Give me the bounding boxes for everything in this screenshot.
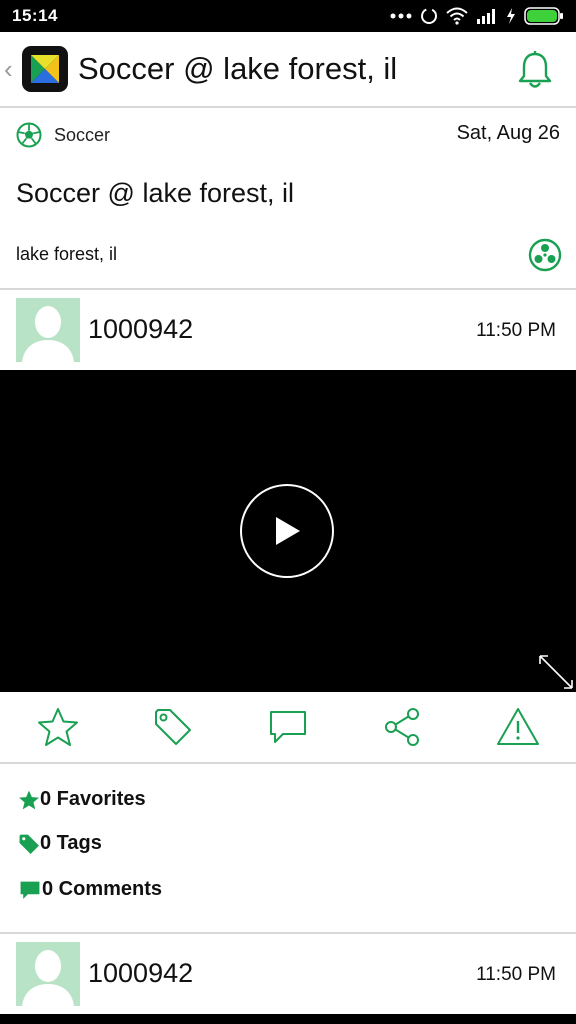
favorites-stat[interactable]: 0 Favorites (18, 788, 146, 811)
star-filled-icon (19, 790, 39, 809)
avatar[interactable] (16, 298, 80, 362)
back-chevron-icon[interactable]: ‹ (4, 54, 22, 85)
post-header[interactable]: 1000942 11:50 PM (0, 934, 576, 1014)
play-icon (276, 517, 300, 545)
post-time: 11:50 PM (476, 964, 556, 985)
sync-icon (421, 8, 437, 24)
event-title: Soccer @ lake forest, il (16, 178, 295, 208)
app-logo[interactable] (22, 46, 68, 92)
app-logo-icon (31, 55, 59, 83)
video-player[interactable] (0, 370, 576, 692)
post-username[interactable]: 1000942 (88, 958, 193, 989)
user-silhouette-icon (22, 306, 74, 362)
post-header[interactable]: 1000942 11:50 PM (0, 290, 576, 370)
share-button[interactable] (379, 703, 427, 751)
soccer-ball-icon (16, 122, 42, 148)
share-icon (385, 708, 420, 746)
user-silhouette-icon (22, 950, 74, 1006)
post-time: 11:50 PM (476, 320, 556, 341)
comment-filled-icon (20, 881, 40, 899)
signal-icon (477, 9, 495, 24)
comments-count: 0 Comments (42, 878, 163, 900)
status-time: 15:14 (12, 6, 58, 25)
system-nav-bar (0, 1014, 576, 1024)
action-bar (0, 692, 576, 764)
star-icon (37, 708, 78, 746)
play-button[interactable] (240, 484, 334, 578)
app-bar: ‹ Soccer @ lake forest, il (0, 32, 576, 108)
warning-icon (497, 708, 540, 745)
fullscreen-icon[interactable] (536, 652, 576, 692)
status-bar: 15:14 (0, 0, 576, 32)
bell-icon[interactable] (516, 50, 554, 90)
favorites-count: 0 Favorites (40, 788, 146, 810)
comment-icon (269, 711, 306, 743)
event-location: lake forest, il (16, 244, 118, 264)
more-dots-icon (390, 13, 412, 19)
sport-row: Soccer (16, 122, 110, 148)
favorite-button[interactable] (34, 703, 82, 751)
tag-button[interactable] (149, 703, 197, 751)
sport-label: Soccer (54, 124, 111, 145)
map-reel-icon[interactable] (528, 238, 562, 272)
event-date: Sat, Aug 26 (456, 122, 560, 144)
charging-icon (507, 8, 515, 24)
post-stats: 0 Favorites 0 Tags 0 Comments (0, 764, 576, 934)
wifi-icon (446, 7, 468, 25)
comments-stat[interactable]: 0 Comments (18, 878, 162, 901)
tag-filled-icon (19, 834, 39, 854)
tag-icon (154, 709, 191, 745)
comment-button[interactable] (264, 703, 312, 751)
event-header: Soccer Sat, Aug 26 Soccer @ lake forest,… (0, 108, 576, 290)
post-username[interactable]: 1000942 (88, 314, 193, 345)
avatar[interactable] (16, 942, 80, 1006)
app-bar-title: Soccer @ lake forest, il (78, 51, 398, 86)
report-button[interactable] (494, 703, 542, 751)
tags-count: 0 Tags (40, 832, 102, 854)
battery-icon (524, 7, 563, 25)
tags-stat[interactable]: 0 Tags (18, 832, 102, 855)
status-icons (390, 7, 564, 25)
